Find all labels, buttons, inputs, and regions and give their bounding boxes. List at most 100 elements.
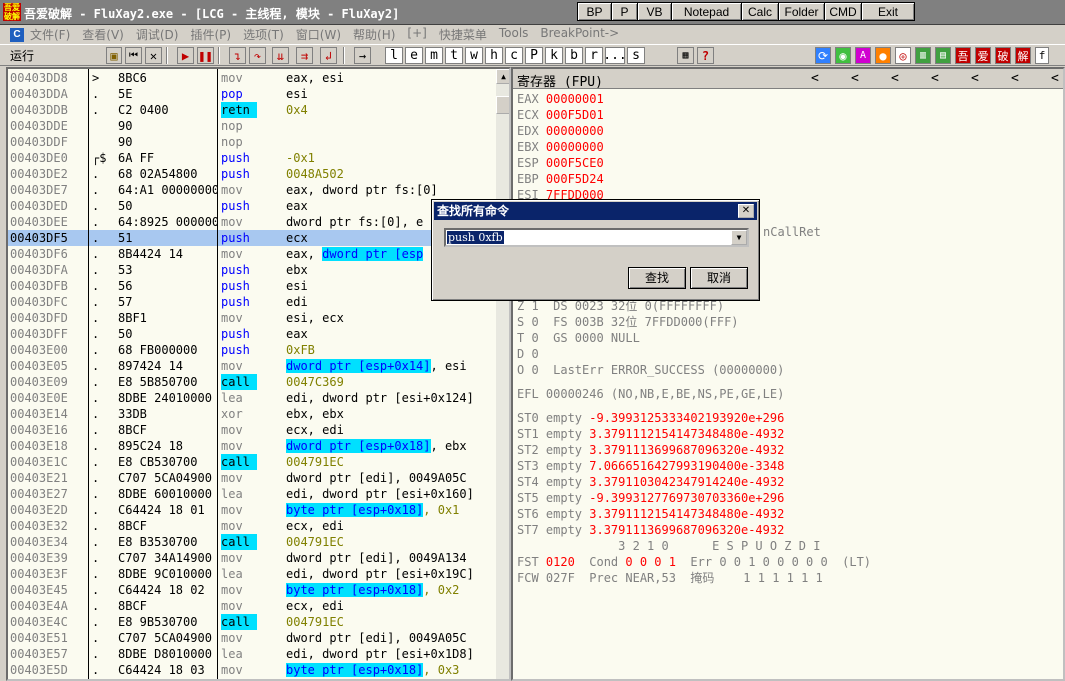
command-input[interactable]: push 0xfb — [447, 231, 504, 244]
disasm-row[interactable]: 00403E18. 895C24 18 mov dword ptr [esp+0x18… — [8, 438, 498, 454]
title-button-bp[interactable]: BP — [577, 2, 611, 21]
menu-item-5[interactable]: 窗口(W) — [296, 26, 341, 43]
menu-item-1[interactable]: 查看(V) — [82, 26, 124, 43]
chevron-left-icon[interactable]: < — [811, 71, 819, 86]
plugin-icon[interactable]: ◉ — [835, 47, 851, 64]
target-icon[interactable]: ◎ — [895, 47, 911, 64]
find-button[interactable]: 查找 — [628, 267, 686, 289]
fpu-st-row[interactable]: ST0 empty -9.3993125333402193920e+296 — [517, 410, 784, 426]
disasm-row[interactable]: 00403E4A. 8BCF mov ecx, edi — [8, 598, 498, 614]
chevron-left-icon[interactable]: < — [1051, 71, 1059, 86]
fpu-st-row[interactable]: ST4 empty 3.3791103042347914240e-4932 — [517, 474, 784, 490]
step-into-icon[interactable]: ↴ — [229, 47, 246, 64]
chevron-left-icon[interactable]: < — [851, 71, 859, 86]
disasm-row[interactable]: 00403DE7. 64:A1 00000000 mov eax, dword ptr… — [8, 182, 498, 198]
disasm-row[interactable]: 00403DDE 90 nop — [8, 118, 498, 134]
window-button-b[interactable]: b — [565, 47, 583, 64]
disasm-row[interactable]: 00403DFB. 56 push esi — [8, 278, 498, 294]
disasm-row[interactable]: 00403DDA. 5E pop esi — [8, 86, 498, 102]
register-row[interactable]: EBX 00000000 — [517, 139, 604, 155]
chevron-left-icon[interactable]: < — [931, 71, 939, 86]
disasm-row[interactable]: 00403DF5. 51 push ecx — [8, 230, 498, 246]
disasm-row[interactable]: 00403E5D. C64424 18 03 mov byte ptr [esp+0x… — [8, 662, 498, 678]
disasm-row[interactable]: 00403DEE. 64:8925 00000000mov dword ptr fs… — [8, 214, 498, 230]
menu-item-0[interactable]: 文件(F) — [30, 26, 70, 43]
window-button-s[interactable]: s — [627, 47, 645, 64]
register-row[interactable]: EAX 00000001 — [517, 91, 604, 107]
register-row[interactable]: ESP 000F5CE0 — [517, 155, 604, 171]
window-button-t[interactable]: t — [445, 47, 463, 64]
menu-item-9[interactable]: Tools — [499, 26, 529, 43]
fpu-st-row[interactable]: ST1 empty 3.3791112154147348480e-4932 — [517, 426, 784, 442]
disasm-row[interactable]: 00403DDB. C2 0400 retn 0x4 — [8, 102, 498, 118]
trace-into-icon[interactable]: ⇊ — [272, 47, 289, 64]
disasm-row[interactable]: 00403E1C. E8 CB530700 call 004791EC — [8, 454, 498, 470]
disasm-scrollbar[interactable]: ▲ — [496, 69, 509, 679]
disasm-row[interactable]: 00403E21. C707 5CA04900 mov dword ptr [edi]… — [8, 470, 498, 486]
registers-panel[interactable]: 寄存器 (FPU) < < < < < < < EAX 00000001 ECX … — [511, 67, 1065, 681]
disasm-row[interactable]: 00403E57. 8DBE D8010000 lea edi, dword ptr … — [8, 646, 498, 662]
scroll-thumb[interactable] — [496, 96, 509, 114]
menu-item-2[interactable]: 调试(D) — [136, 26, 179, 43]
fcw-row[interactable]: FCW 027F Prec NEAR,53 掩码 1 1 1 1 1 1 — [517, 570, 823, 586]
window-button-h[interactable]: h — [485, 47, 503, 64]
run-icon[interactable]: ▶ — [177, 47, 194, 64]
disasm-row[interactable]: 00403E00. 68 FB000000 push 0xFB — [8, 342, 498, 358]
window-button-r[interactable]: r — [585, 47, 603, 64]
disasm-row[interactable]: 00403E34. E8 B3530700 call 004791EC — [8, 534, 498, 550]
title-button-p[interactable]: P — [611, 2, 637, 21]
disasm-row[interactable]: 00403E45. C64424 18 02 mov byte ptr [esp+0x… — [8, 582, 498, 598]
disasm-row[interactable]: 00403DF6. 8B4424 14 mov eax, dword ptr [esp — [8, 246, 498, 262]
brand-char-button[interactable]: 吾 — [955, 47, 971, 64]
disassembly-panel[interactable]: 00403DD8 >8BC6 mov eax, esi 00403DDA. 5E pop es… — [6, 67, 511, 681]
disasm-row[interactable]: 00403E27. 8DBE 60010000 lea edi, dword ptr … — [8, 486, 498, 502]
disasm-row[interactable]: 00403DD8 >8BC6 mov eax, esi — [8, 70, 498, 86]
window-button-c[interactable]: c — [505, 47, 523, 64]
refresh-icon[interactable]: ⟳ — [815, 47, 831, 64]
grid-icon[interactable]: ▥ — [915, 47, 931, 64]
brand-char-button[interactable]: 爱 — [975, 47, 991, 64]
register-row[interactable]: EBP 000F5D24 — [517, 171, 604, 187]
window-button-m[interactable]: m — [425, 47, 443, 64]
disasm-row[interactable]: 00403DFD. 8BF1 mov esi, ecx — [8, 310, 498, 326]
fst-row[interactable]: FST 0120 Cond 0 0 0 1 Err 0 0 1 0 0 0 0 … — [517, 554, 871, 570]
help-icon[interactable]: ? — [697, 47, 714, 64]
scroll-up-icon[interactable]: ▲ — [496, 69, 509, 84]
window-button-l[interactable]: l — [385, 47, 403, 64]
fpu-st-row[interactable]: ST5 empty -9.3993127769730703360e+296 — [517, 490, 784, 506]
disasm-row[interactable]: 00403DE2. 68 02A54800 push 0048A502 — [8, 166, 498, 182]
fpu-st-row[interactable]: ST6 empty 3.3791112154147348480e-4932 — [517, 506, 784, 522]
fpu-st-row[interactable]: ST3 empty 7.0666516427993190400e-3348 — [517, 458, 784, 474]
disasm-row[interactable]: 00403DE0 ┌$ 6A FF push -0x1 — [8, 150, 498, 166]
title-button-calc[interactable]: Calc — [741, 2, 778, 21]
disasm-row[interactable]: 00403E0E. 8DBE 24010000 lea edi, dword ptr … — [8, 390, 498, 406]
close-icon[interactable]: ✕ — [738, 204, 754, 218]
window-button-P[interactable]: P — [525, 47, 543, 64]
disasm-row[interactable]: 00403DDF 90 nop — [8, 134, 498, 150]
f-icon[interactable]: f — [1035, 47, 1049, 64]
menu-item-7[interactable]: [+] — [407, 26, 426, 43]
title-button-notepad[interactable]: Notepad — [671, 2, 741, 21]
disasm-row[interactable]: 00403DFA. 53 push ebx — [8, 262, 498, 278]
command-combo[interactable]: push 0xfb ▼ — [444, 228, 749, 247]
chevron-down-icon[interactable]: ▼ — [731, 230, 747, 245]
disasm-row[interactable]: 00403E4C. E8 9B530700 call 004791EC — [8, 614, 498, 630]
menu-item-8[interactable]: 快捷菜单 — [439, 26, 487, 43]
goto-icon[interactable]: → — [354, 47, 371, 64]
disasm-row[interactable]: 00403E16. 8BCF mov ecx, edi — [8, 422, 498, 438]
open-icon[interactable]: ▣ — [106, 47, 122, 64]
window-button-k[interactable]: k — [545, 47, 563, 64]
disasm-row[interactable]: 00403E3F. 8DBE 9C010000 lea edi, dword ptr … — [8, 566, 498, 582]
brand-char-button[interactable]: 解 — [1015, 47, 1031, 64]
disasm-row[interactable]: 00403E39. C707 34A14900 mov dword ptr [edi]… — [8, 550, 498, 566]
register-row[interactable]: EDX 00000000 — [517, 123, 604, 139]
chevron-left-icon[interactable]: < — [1011, 71, 1019, 86]
disasm-row[interactable]: 00403E51. C707 5CA04900 mov dword ptr [edi]… — [8, 630, 498, 646]
menu-item-6[interactable]: 帮助(H) — [353, 26, 395, 43]
title-button-vb[interactable]: VB — [637, 2, 671, 21]
brand-char-button[interactable]: 破 — [995, 47, 1011, 64]
disasm-row[interactable]: 00403DFC. 57 push edi — [8, 294, 498, 310]
settings-icon[interactable]: ▦ — [677, 47, 694, 64]
disasm-row[interactable]: 00403E05. 897424 14 mov dword ptr [esp+0x14… — [8, 358, 498, 374]
window-button-dots[interactable]: ... — [603, 47, 627, 64]
